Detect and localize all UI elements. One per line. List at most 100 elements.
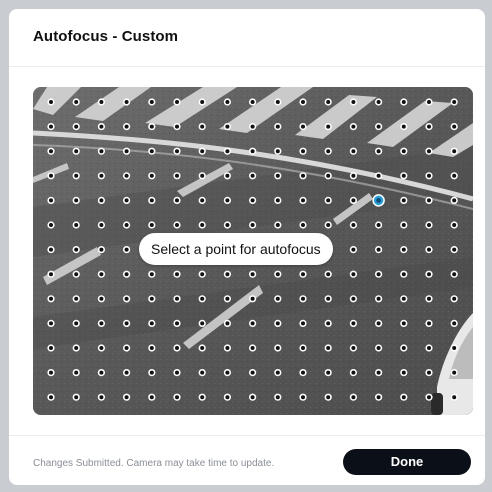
focus-point-icon (301, 100, 305, 104)
focus-point-icon (250, 321, 255, 326)
focus-point-icon (326, 149, 331, 154)
focus-point-icon (401, 223, 406, 227)
focus-point-icon (175, 370, 179, 375)
focus-point-icon (401, 124, 406, 129)
focus-point-icon (225, 124, 230, 129)
focus-point-icon (175, 100, 179, 104)
focus-point-icon (275, 198, 280, 203)
focus-point-icon (351, 173, 356, 178)
autofocus-dialog: Autofocus - Custom Select a point for au… (9, 9, 485, 485)
focus-point-icon (401, 198, 406, 203)
focus-point-icon (401, 149, 406, 154)
focus-point-icon (99, 370, 104, 375)
focus-point-icon (326, 198, 331, 203)
focus-point-icon (427, 124, 431, 129)
focus-point-icon (124, 247, 129, 252)
focus-point-icon (427, 198, 431, 203)
focus-point-icon (376, 370, 381, 375)
focus-point-icon (74, 370, 79, 375)
focus-point-icon (175, 223, 179, 227)
focus-point-icon (401, 370, 406, 375)
focus-point-icon (326, 321, 331, 326)
focus-point-icon (200, 124, 205, 129)
focus-point-icon (49, 173, 53, 178)
focus-point-icon (250, 395, 255, 400)
focus-point-icon (301, 272, 305, 277)
focus-point-icon (225, 173, 230, 178)
focus-point-icon (452, 124, 457, 129)
focus-point-icon (74, 223, 79, 227)
focus-point-icon (49, 198, 53, 203)
focus-point-icon (351, 198, 356, 203)
focus-point-icon (452, 272, 457, 277)
focus-point-icon (225, 296, 230, 301)
focus-point-icon (427, 370, 431, 375)
focus-point-icon (250, 100, 255, 104)
focus-point-icon (275, 124, 280, 129)
focus-point-icon (225, 370, 230, 375)
focus-point-icon (401, 321, 406, 326)
focus-point-icon (427, 247, 431, 252)
focus-point-icon (124, 296, 129, 301)
focus-point-icon (250, 173, 255, 178)
focus-point-icon (275, 296, 280, 301)
camera-preview[interactable]: Select a point for autofocus (33, 87, 473, 415)
focus-point-icon (452, 198, 457, 203)
focus-point-icon (376, 247, 381, 252)
focus-point-icon (351, 296, 356, 301)
dialog-title: Autofocus - Custom (33, 28, 179, 45)
focus-point-icon (351, 149, 356, 154)
focus-point-icon (376, 223, 381, 227)
focus-point-icon (149, 149, 154, 154)
dialog-header: Autofocus - Custom (9, 9, 485, 67)
focus-point-icon (427, 395, 431, 400)
focus-point-icon (401, 395, 406, 400)
focus-point-icon (149, 395, 154, 400)
focus-point-icon (149, 124, 154, 129)
focus-point-icon (376, 296, 381, 301)
focus-point-icon (124, 370, 129, 375)
focus-point-icon (124, 223, 129, 227)
focus-point-icon (99, 149, 104, 154)
focus-point-icon (301, 223, 305, 227)
focus-point-icon (326, 296, 331, 301)
focus-point-icon (74, 272, 79, 277)
focus-point-icon (124, 173, 129, 178)
focus-point-icon (452, 346, 457, 350)
focus-point-icon (200, 100, 205, 104)
focus-point-icon (225, 395, 230, 400)
focus-point-icon (200, 370, 205, 375)
focus-point-icon (225, 198, 230, 203)
focus-point-icon (351, 370, 356, 375)
focus-point-icon (124, 272, 129, 277)
focus-point-icon (250, 296, 255, 301)
focus-point-icon (74, 198, 79, 203)
focus-point-icon (301, 149, 305, 154)
focus-point-icon (200, 173, 205, 178)
focus-point-icon (225, 149, 230, 154)
focus-point-icon (200, 272, 205, 277)
focus-point-icon (175, 321, 179, 326)
focus-point-icon (301, 321, 305, 326)
focus-point-icon (250, 370, 255, 375)
focus-point-icon (175, 124, 179, 129)
focus-point-icon (124, 198, 129, 203)
focus-point-icon (99, 124, 104, 129)
focus-point-icon (49, 346, 53, 350)
focus-point-icon (351, 272, 356, 277)
focus-point-icon (124, 149, 129, 154)
focus-point-icon (124, 395, 129, 400)
focus-point-icon (49, 149, 53, 154)
autofocus-hint: Select a point for autofocus (139, 233, 333, 265)
focus-point-icon (49, 321, 53, 326)
done-button[interactable]: Done (343, 449, 471, 475)
focus-point-icon (175, 395, 179, 400)
focus-point-icon (326, 100, 331, 104)
focus-point-icon (149, 321, 154, 326)
focus-point-icon (149, 272, 154, 277)
focus-point-icon (351, 321, 356, 326)
focus-point-icon (351, 247, 356, 252)
focus-point-icon (401, 272, 406, 277)
focus-point-icon (74, 173, 79, 178)
focus-point-icon (250, 198, 255, 203)
